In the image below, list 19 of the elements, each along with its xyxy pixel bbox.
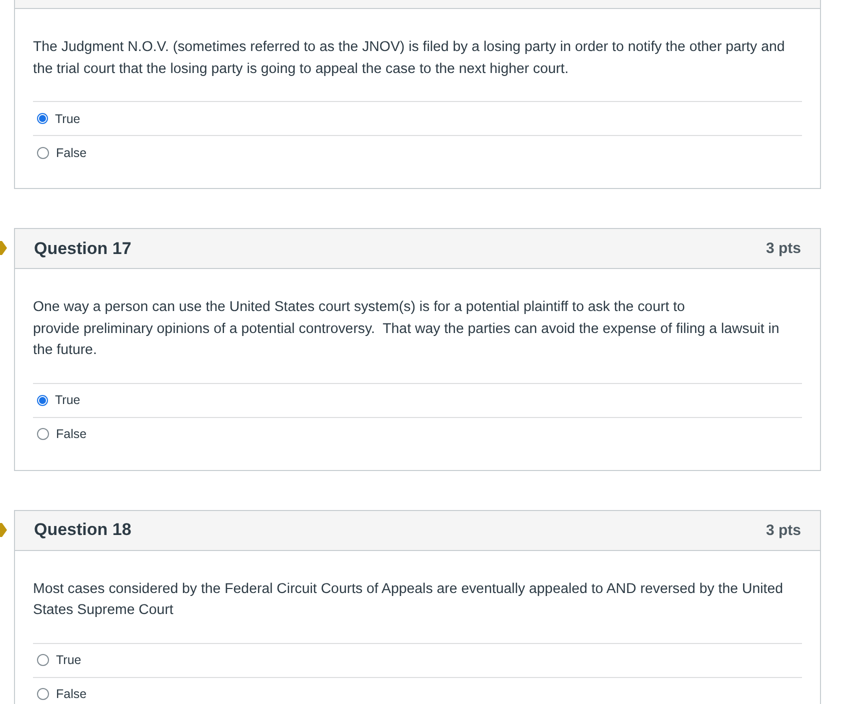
question-text: One way a person can use the United States court system(s) is for a potential plaintiff to ask the court to provide preliminary opinions of a potential controversy. That way the parties can avoid the expense of filing a lawsuit in the future. (33, 298, 780, 360)
option-label[interactable]: False (56, 427, 87, 441)
radio-button[interactable] (37, 688, 49, 700)
radio-button[interactable] (37, 146, 49, 158)
points-label: 3 pts (766, 522, 801, 538)
question-title: Question 18 (34, 520, 132, 540)
option-label[interactable]: False (56, 146, 87, 160)
option-label[interactable]: True (55, 393, 80, 407)
option-label[interactable]: False (56, 687, 87, 701)
points-label: 3 pts (766, 240, 801, 257)
option-label[interactable]: True (55, 112, 80, 126)
radio-button[interactable] (37, 113, 48, 124)
radio-button[interactable] (37, 428, 49, 440)
question-title: Question 17 (34, 238, 132, 258)
radio-button[interactable] (37, 394, 48, 406)
option-label[interactable]: True (56, 653, 82, 667)
question-text: Most cases considered by the Federal Circuit Courts of Appeals are eventually appealed to AND reversed by the United States Supreme Court (33, 580, 784, 620)
radio-button[interactable] (37, 654, 49, 666)
question-text: The Judgment N.O.V. (sometimes referred to as the JNOV) is filed by a losing party in order to notify the other party and the trial court that the losing party is going to appeal the case to the next higher court. (33, 38, 786, 78)
